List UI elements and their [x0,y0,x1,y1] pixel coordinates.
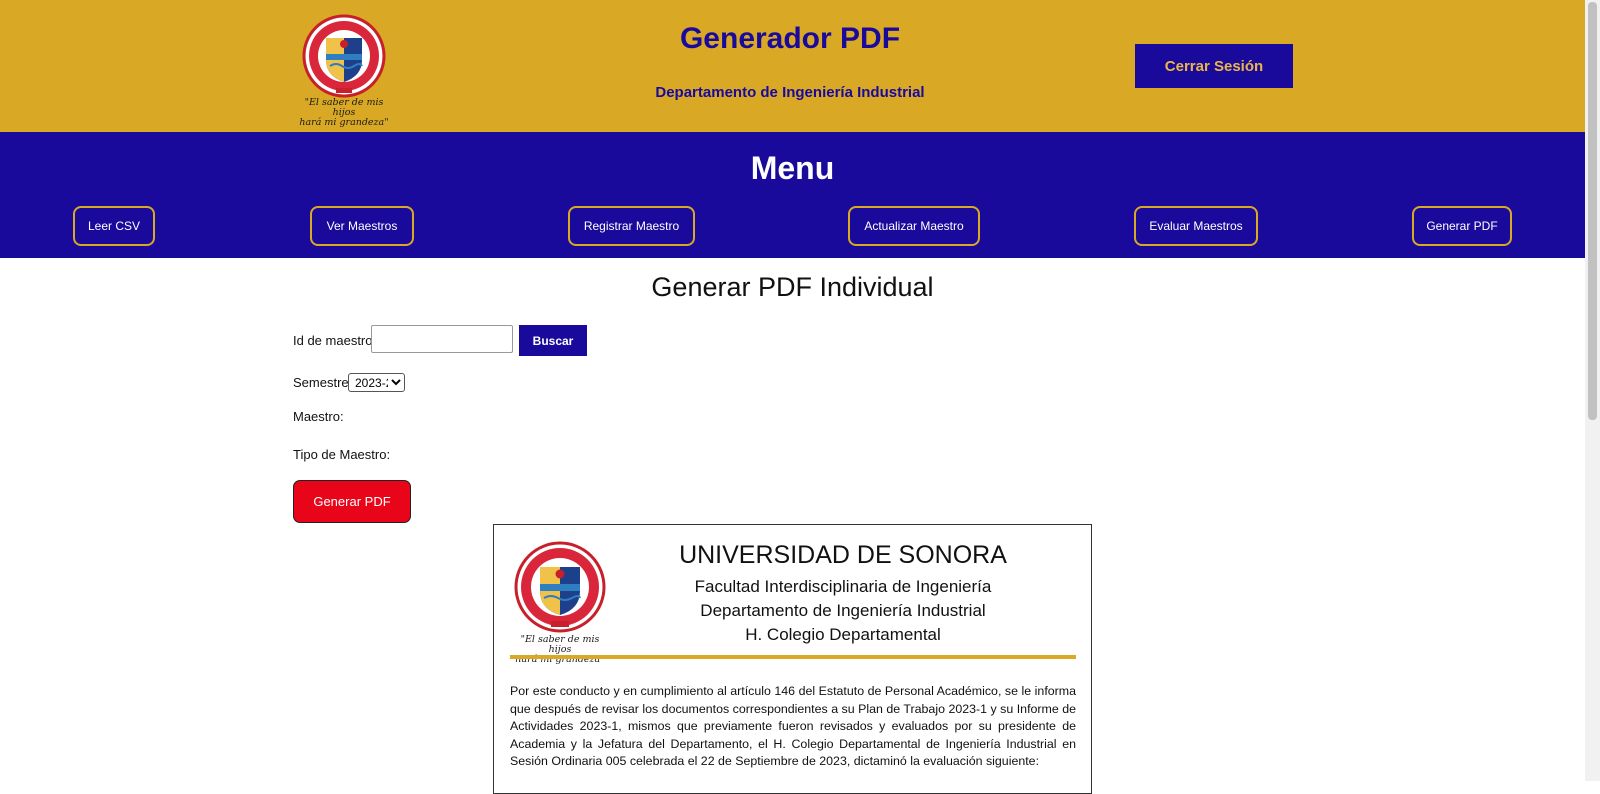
generate-pdf-button[interactable]: Generar PDF [293,480,411,523]
document-seal-icon [514,541,606,633]
logo-motto-line1: "El saber de mis hijos [304,97,384,118]
teacher-id-label: Id de maestro: [293,333,377,348]
menu-title: Menu [750,150,835,186]
scrollbar-thumb[interactable] [1588,2,1597,420]
semester-label: Semestre: [293,375,353,390]
doc-logo-motto-line1: "El saber de mis hijos [520,634,600,655]
main-menu: Menu Leer CSV Ver Maestros Registrar Mae… [0,132,1585,258]
menu-item-evaluar-maestros[interactable]: Evaluar Maestros [1134,206,1258,246]
university-seal-icon [302,14,386,98]
menu-item-leer-csv[interactable]: Leer CSV [73,206,155,246]
form-title: Generar PDF Individual [651,272,934,302]
document-faculty: Facultad Interdisciplinaria de Ingenierí… [694,577,992,596]
teacher-type-label: Tipo de Maestro: [293,447,391,462]
menu-item-ver-maestros[interactable]: Ver Maestros [310,206,414,246]
page-scrollbar[interactable] [1585,0,1600,781]
search-button[interactable]: Buscar [519,325,587,356]
teacher-label: Maestro: [293,409,344,424]
document-university: UNIVERSIDAD DE SONORA [679,541,1007,569]
university-logo: "El saber de mis hijos hará mi grandeza" [296,14,392,128]
document-logo: "El saber de mis hijos hará mi grandeza" [512,541,608,665]
menu-item-registrar-maestro[interactable]: Registrar Maestro [568,206,695,246]
document-divider [510,655,1076,659]
menu-item-generar-pdf[interactable]: Generar PDF [1412,206,1512,246]
logout-button[interactable]: Cerrar Sesión [1135,44,1293,88]
semester-select[interactable]: 2023-2 [348,373,405,392]
page-title: Generador PDF [679,22,901,55]
document-department: Departamento de Ingeniería Industrial [700,601,986,620]
logo-motto-line2: hará mi grandeza" [299,117,389,128]
document-paragraph: Por este conducto y en cumplimiento al a… [510,684,1076,768]
menu-item-actualizar-maestro[interactable]: Actualizar Maestro [848,206,980,246]
pdf-preview: "El saber de mis hijos hará mi grandeza"… [493,524,1092,794]
header: "El saber de mis hijos hará mi grandeza"… [0,0,1585,132]
teacher-id-input[interactable] [371,325,513,353]
document-college: H. Colegio Departamental [745,625,941,644]
department-subtitle: Departamento de Ingeniería Industrial [655,84,925,101]
